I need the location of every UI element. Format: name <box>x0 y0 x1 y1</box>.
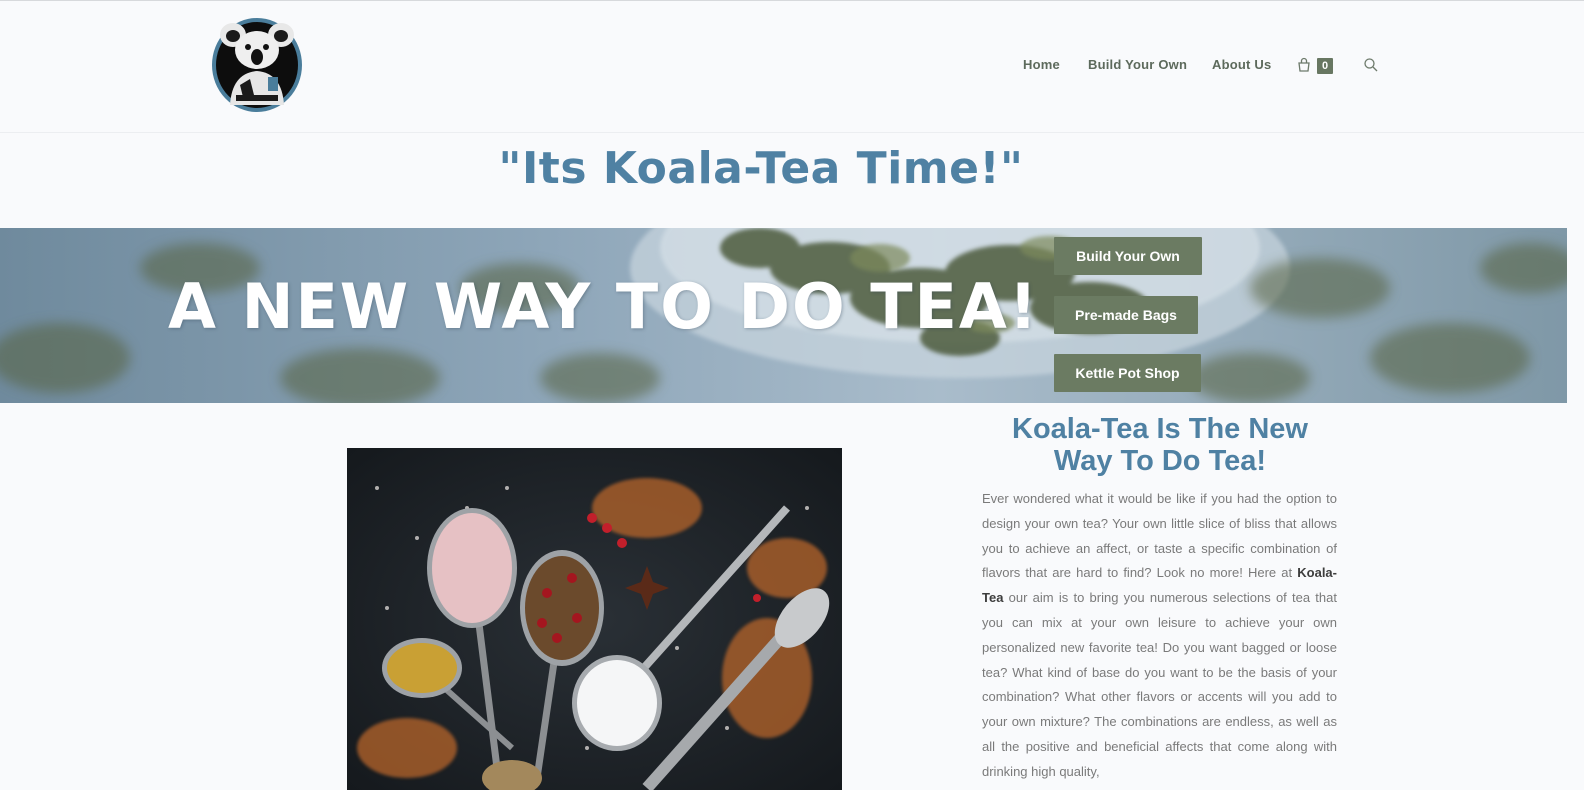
nav-about-us[interactable]: About Us <box>1212 57 1271 72</box>
site-header: Home Build Your Own About Us 0 <box>0 1 1584 133</box>
nav-home[interactable]: Home <box>1023 57 1060 72</box>
tagline: "Its Koala-Tea Time!" <box>498 143 1024 194</box>
spices-photo <box>347 448 842 790</box>
cart-count-badge: 0 <box>1317 58 1333 74</box>
hero-kettle-pot-shop-button[interactable]: Kettle Pot Shop <box>1054 354 1201 392</box>
spices-image <box>347 448 842 790</box>
hero-build-your-own-button[interactable]: Build Your Own <box>1054 237 1202 275</box>
cart-button[interactable]: 0 <box>1297 55 1339 77</box>
hero-title: A NEW WAY TO DO TEA! <box>168 270 1040 343</box>
intro-text-2: our aim is to bring you numerous selecti… <box>982 590 1337 779</box>
koala-logo[interactable] <box>210 15 304 113</box>
intro-paragraph: Ever wondered what it would be like if y… <box>982 487 1337 785</box>
hero-premade-bags-button[interactable]: Pre-made Bags <box>1054 296 1198 334</box>
nav-build-your-own[interactable]: Build Your Own <box>1088 57 1187 72</box>
shopping-bag-icon <box>1298 57 1310 72</box>
section-heading: Koala-Tea Is The New Way To Do Tea! <box>1012 413 1308 477</box>
search-icon[interactable] <box>1363 57 1379 73</box>
intro-text-1: Ever wondered what it would be like if y… <box>982 491 1337 581</box>
